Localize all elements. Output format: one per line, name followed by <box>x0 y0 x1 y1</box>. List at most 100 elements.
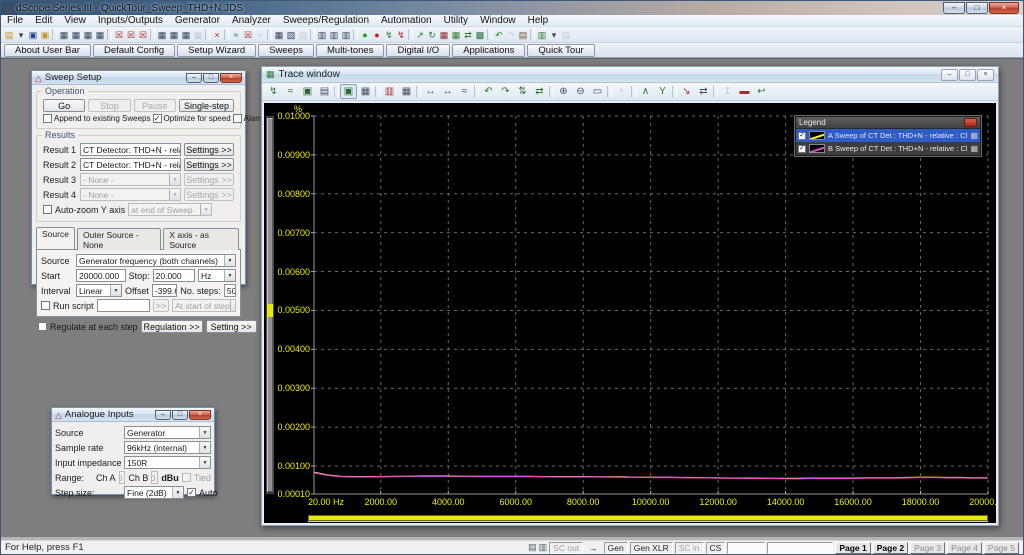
result-combo[interactable]: - None - ▼ <box>80 188 181 201</box>
mute-soundcard-out-button[interactable]: ☒ <box>137 28 149 42</box>
pause-button[interactable]: Pause <box>133 99 176 112</box>
user-bar-button[interactable]: Applications <box>452 43 526 57</box>
channel-check-a-button[interactable]: ▥ <box>316 28 328 42</box>
analog-minimize-button[interactable]: – <box>155 409 171 420</box>
maximize-button[interactable]: □ <box>966 2 988 14</box>
sweep-append-button[interactable]: ▦ <box>450 28 462 42</box>
sample-rate-combo[interactable]: 96kHz (internal) ▼ <box>124 441 211 454</box>
result-settings-button[interactable]: Settings >> <box>184 188 234 201</box>
sweep-repeat-button[interactable]: ↻ <box>426 28 438 42</box>
soundcard-outputs-button[interactable]: ▦ <box>94 28 106 42</box>
x-scrollbar[interactable] <box>308 515 988 521</box>
page-button[interactable]: Page 1 <box>835 541 871 554</box>
clock-outputs-button[interactable]: ▦ <box>82 28 94 42</box>
save-image-icon[interactable]: ▣ <box>299 84 316 99</box>
source-tab[interactable]: Source <box>36 227 75 249</box>
generator-mute-button[interactable]: ☒ <box>242 28 254 42</box>
user-bar-button[interactable]: Setup Wizard <box>177 43 257 57</box>
toolbar-button[interactable] <box>150 29 155 40</box>
sweep-minimize-button[interactable]: – <box>186 72 202 83</box>
trace-minimize-button[interactable]: – <box>941 68 958 81</box>
user-bar-button[interactable]: About User Bar <box>4 43 91 57</box>
zoom-in-icon[interactable]: ⊕ <box>555 84 572 99</box>
regulation-button[interactable]: Regulation >> <box>140 320 203 333</box>
user-bar-button[interactable]: Multi-tones <box>316 43 385 57</box>
cha-field[interactable]: 0 <box>118 471 126 484</box>
regulate-checkbox[interactable] <box>38 322 47 331</box>
digital-inputs-button[interactable]: ▦ <box>168 28 180 42</box>
channel-check-b-button[interactable]: ▥ <box>328 28 340 42</box>
result-settings-button[interactable]: Settings >> <box>184 173 234 186</box>
result-combo[interactable]: CT Detector: THD+N - relative [*] : Ch A… <box>80 143 181 156</box>
promote-trace-icon[interactable]: ↥ <box>719 84 736 99</box>
title-bar[interactable]: △ dScope Series III - QuickTour_Sweep_TH… <box>1 1 1023 15</box>
user-bar-button[interactable]: Default Config <box>92 43 176 57</box>
marker-pair-icon[interactable]: Y <box>654 84 671 99</box>
cursor-icon[interactable]: + <box>613 84 630 99</box>
trace-window-titlebar[interactable]: ▦ Trace window – □ × <box>262 67 998 83</box>
analog-inputs-button[interactable]: ▦ <box>156 28 168 42</box>
report-dropdown[interactable]: ▾ <box>548 28 560 42</box>
analyzer-button[interactable]: ▦ <box>273 28 285 42</box>
copy-trace-icon[interactable]: ↯ <box>265 84 282 99</box>
close-button[interactable]: × <box>989 2 1019 14</box>
reference-marker-icon[interactable]: ↘ <box>678 84 695 99</box>
legend-titlebar[interactable]: Legend <box>796 117 980 129</box>
toolbar-button[interactable] <box>267 29 272 40</box>
toolbar-button[interactable] <box>224 29 229 40</box>
analogue-inputs-titlebar[interactable]: △ Analogue Inputs – □ × <box>52 408 214 422</box>
single-shot-button[interactable]: ↯ <box>383 28 395 42</box>
toolbar-button[interactable] <box>353 29 358 40</box>
limit-lines-icon[interactable]: ▬ <box>736 84 753 99</box>
pan-down-icon[interactable]: ⇄ <box>531 84 548 99</box>
trace-toolbar-button[interactable] <box>631 86 636 97</box>
autozoom-mode-combo[interactable]: at end of Sweep ▼ <box>128 203 213 216</box>
legend-row[interactable]: A Sweep of CT Det : THD+N - relative : C… <box>796 129 980 142</box>
start-field[interactable]: 20000.000 <box>76 269 126 282</box>
undo-button[interactable]: ↶ <box>493 28 505 42</box>
pan-up-icon[interactable]: ⇅ <box>514 84 531 99</box>
report-button[interactable]: ▥ <box>536 28 548 42</box>
table-view-icon[interactable]: ▦ <box>357 84 374 99</box>
legend-close-button[interactable] <box>964 118 977 127</box>
minimize-button[interactable]: – <box>943 2 965 14</box>
step-size-combo[interactable]: Fine (2dB) ▼ <box>124 486 184 499</box>
trace-window-button[interactable]: ▩ <box>474 28 486 42</box>
optimize-checkbox[interactable] <box>152 114 162 123</box>
result-combo[interactable]: - None - ▼ <box>80 173 181 186</box>
trace-toolbar-button[interactable] <box>672 86 677 97</box>
signal-path-icon[interactable]: ▥ <box>539 542 548 553</box>
stop-field[interactable]: 20.000 <box>152 269 195 282</box>
toolbar-button[interactable] <box>310 29 315 40</box>
marker-icon[interactable]: ∧ <box>637 84 654 99</box>
abort-button[interactable]: ↯ <box>395 28 407 42</box>
result-settings-button[interactable]: Settings >> <box>184 158 234 171</box>
redo-button[interactable]: ↷ <box>505 28 517 42</box>
print-preview-button[interactable]: ▤ <box>560 28 572 42</box>
toolbar-button[interactable] <box>107 29 112 40</box>
user-bar-button[interactable]: Digital I/O <box>386 43 451 57</box>
legend-row-checkbox[interactable] <box>798 131 806 140</box>
trace-data-icon[interactable]: ▦ <box>970 131 978 140</box>
impedance-combo[interactable]: 150R ▼ <box>124 456 211 469</box>
sweep-setup-titlebar[interactable]: △ Sweep Setup – □ × <box>32 71 245 85</box>
trace-close-button[interactable]: × <box>977 68 994 81</box>
toolbar-button[interactable] <box>52 29 57 40</box>
append-checkbox[interactable] <box>43 114 52 123</box>
clock-inputs-button[interactable]: ▦ <box>180 28 192 42</box>
zoom-box-icon[interactable]: ▭ <box>589 84 606 99</box>
soundcard-inputs-button[interactable]: ▦ <box>192 28 204 42</box>
bar-display-icon[interactable]: ▥ <box>381 84 398 99</box>
input-source-combo[interactable]: Generator ▼ <box>124 426 211 439</box>
scripts-button[interactable]: ▤ <box>517 28 529 42</box>
channel-check-ab-button[interactable]: ▥ <box>340 28 352 42</box>
menu-item[interactable]: Edit <box>29 15 58 27</box>
sweep-close-button[interactable]: × <box>220 72 242 83</box>
trace-data-icon[interactable]: ▦ <box>970 144 978 153</box>
pan-right-icon[interactable]: ↷ <box>497 84 514 99</box>
trace-maximize-button[interactable]: □ <box>959 68 976 81</box>
trace-toolbar-button[interactable] <box>416 86 421 97</box>
zoom-x-out-icon[interactable]: ↔ <box>439 84 456 99</box>
interval-combo[interactable]: Linear ▼ <box>76 284 122 297</box>
sweep-table-button[interactable]: ▦ <box>438 28 450 42</box>
